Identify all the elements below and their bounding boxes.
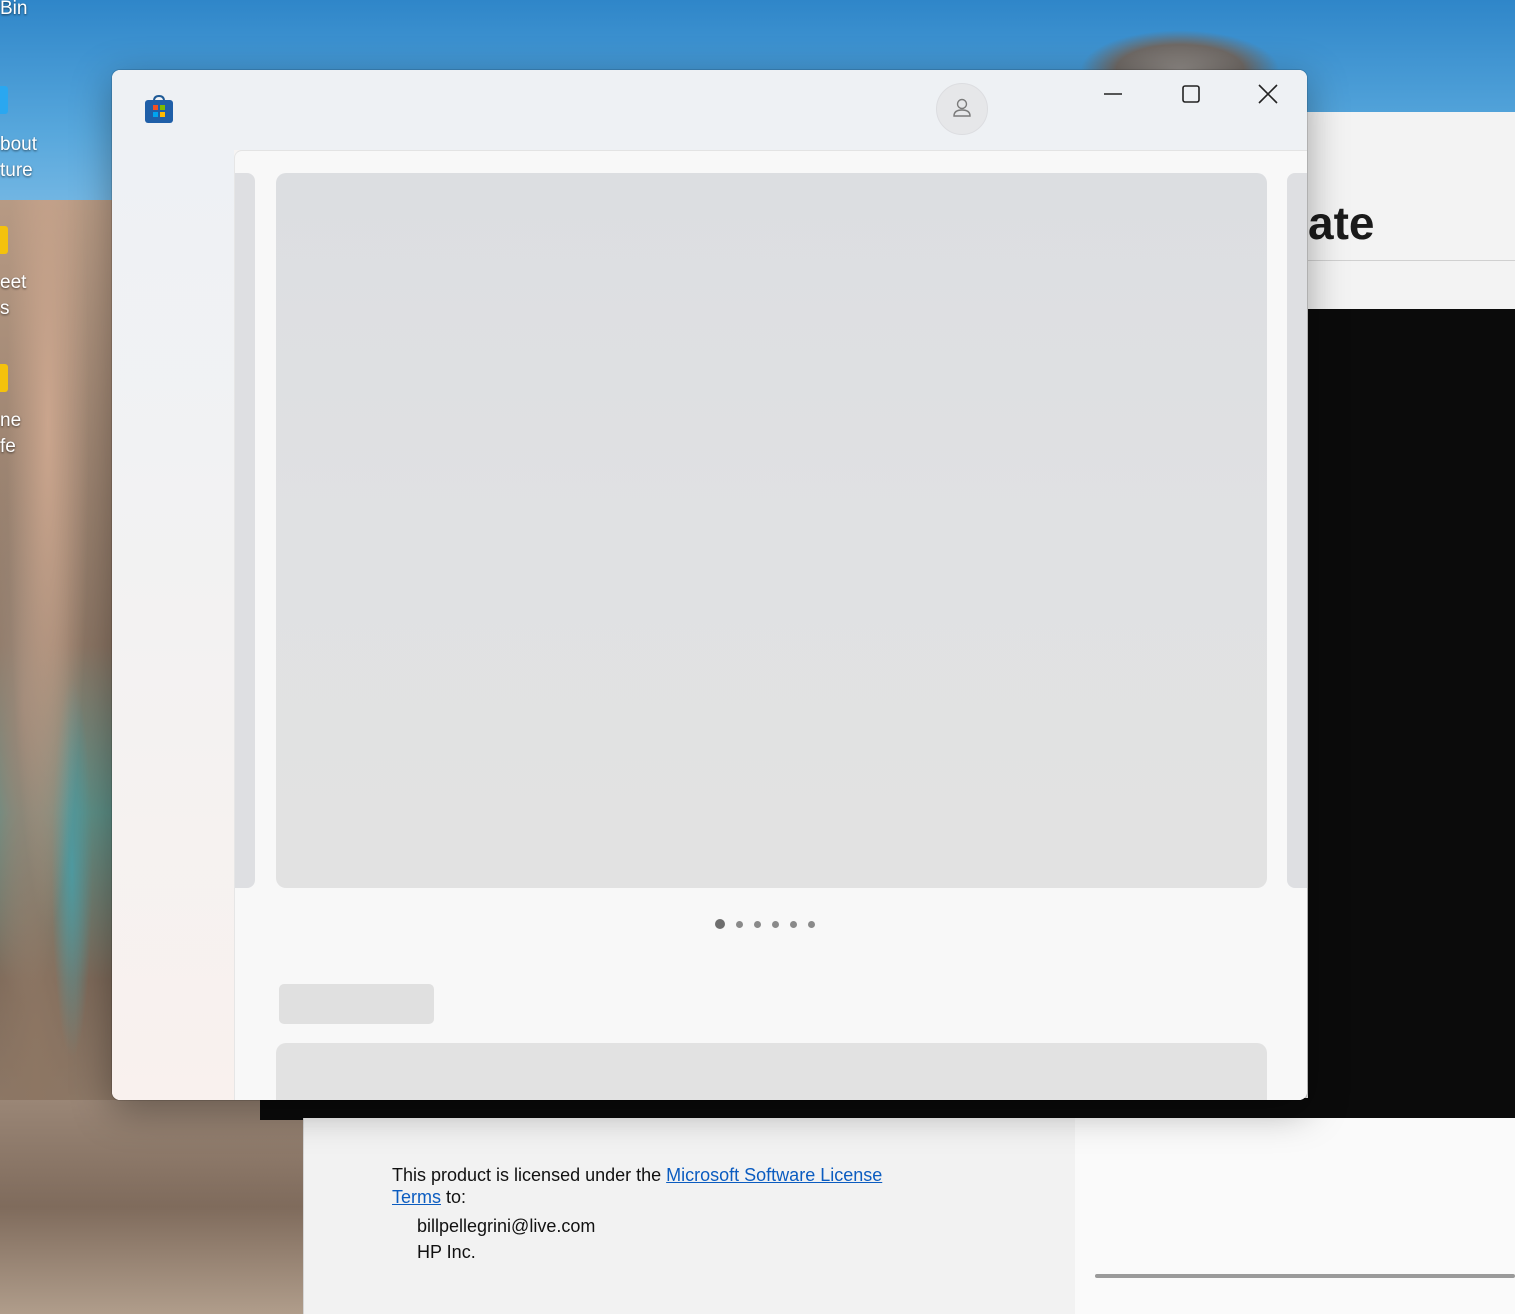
background-app-heading: ate [1308,197,1375,249]
desktop-icon-label-life[interactable]: ne fe [0,408,21,460]
maximize-icon [1181,84,1201,109]
title-bar[interactable] [112,70,1307,150]
horizontal-scrollbar[interactable] [1095,1274,1515,1278]
license-prefix: This product is licensed under the [392,1165,667,1185]
microsoft-store-icon [144,94,174,124]
maximize-button[interactable] [1153,70,1229,122]
license-suffix: to: [441,1187,467,1207]
close-icon [1257,83,1279,110]
background-app-media-strip [260,1098,1515,1120]
close-button[interactable] [1230,70,1306,122]
background-app-media-area [1308,309,1515,1122]
carousel-dot[interactable] [808,920,815,928]
minimize-icon [1103,84,1123,109]
about-dialog: This product is licensed under the Micro… [303,1118,1077,1314]
desktop-icon-label-recycle-bin[interactable]: Bin [0,0,27,22]
carousel-dot[interactable] [772,920,779,928]
carousel-previous-card[interactable] [235,173,255,888]
carousel-dot[interactable] [754,920,761,928]
desktop-folder-icon-2[interactable] [0,364,8,392]
section-title-placeholder [279,984,434,1024]
minimize-button[interactable] [1075,70,1151,122]
profile-button[interactable] [936,83,988,135]
licensed-organization: HP Inc. [417,1242,476,1262]
licensed-user: billpellegrini@live.com [417,1216,596,1236]
microsoft-store-window [112,70,1307,1100]
carousel-dot[interactable] [736,920,743,928]
store-content-loading [234,150,1307,1100]
carousel-dot[interactable] [790,920,797,928]
desktop-icon-label-sheet[interactable]: eet s [0,270,26,322]
background-app-panel [1075,1118,1515,1314]
section-card-placeholder [276,1043,1267,1100]
carousel-next-card[interactable] [1287,173,1307,888]
desktop-icon-label-about[interactable]: bout ture [0,132,37,184]
desktop-app-icon[interactable] [0,86,8,114]
divider [1308,260,1515,261]
license-statement: This product is licensed under the Micro… [392,1164,912,1208]
carousel-dot[interactable] [715,919,725,929]
wallpaper-rocks-bottom [0,1100,305,1314]
user-icon [951,96,973,123]
carousel-pager [715,919,815,929]
navigation-rail [112,150,234,1100]
hero-banner-placeholder[interactable] [276,173,1267,888]
desktop-folder-icon[interactable] [0,226,8,254]
